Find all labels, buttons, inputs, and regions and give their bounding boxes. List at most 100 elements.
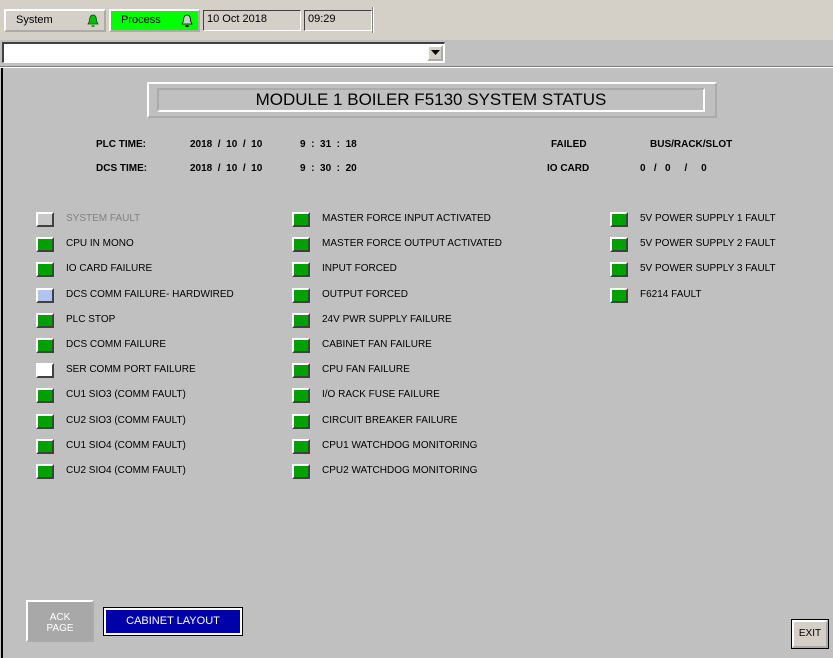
status-led[interactable] xyxy=(292,313,310,328)
indicator-label: DCS COMM FAILURE- HARDWIRED xyxy=(66,289,234,300)
indicator-row: 24V PWR SUPPLY FAILURE xyxy=(292,313,532,329)
plc-time-label: PLC TIME: xyxy=(96,139,146,150)
plc-date-value: 2018 / 10 / 10 xyxy=(190,139,263,150)
exit-button[interactable]: EXIT xyxy=(791,619,829,649)
process-button-label: Process xyxy=(121,14,161,26)
indicator-row: 5V POWER SUPPLY 3 FAULT xyxy=(610,262,833,278)
indicator-row: CIRCUIT BREAKER FAILURE xyxy=(292,414,532,430)
status-led[interactable] xyxy=(36,414,54,429)
indicator-row: CU2 SIO3 (COMM FAULT) xyxy=(36,414,276,430)
indicator-label: CPU2 WATCHDOG MONITORING xyxy=(322,465,478,476)
chevron-down-icon xyxy=(431,50,440,55)
indicator-row: CABINET FAN FAILURE xyxy=(292,338,532,354)
status-led[interactable] xyxy=(36,237,54,252)
status-led[interactable] xyxy=(36,288,54,303)
indicator-label: INPUT FORCED xyxy=(322,263,397,274)
indicator-label: CABINET FAN FAILURE xyxy=(322,339,432,350)
indicator-row: I/O RACK FUSE FAILURE xyxy=(292,388,532,404)
bell-icon xyxy=(87,14,99,27)
io-card-label: IO CARD xyxy=(547,163,590,174)
status-led[interactable] xyxy=(292,212,310,227)
cabinet-layout-button[interactable]: CABINET LAYOUT xyxy=(103,607,243,636)
system-button-label: System xyxy=(16,14,53,26)
indicator-label: CIRCUIT BREAKER FAILURE xyxy=(322,415,458,426)
ack-label: ACK xyxy=(49,612,71,623)
indicator-row: CPU IN MONO xyxy=(36,237,276,253)
status-led[interactable] xyxy=(36,313,54,328)
status-led[interactable] xyxy=(292,464,310,479)
indicator-label: I/O RACK FUSE FAILURE xyxy=(322,389,440,400)
indicator-label: OUTPUT FORCED xyxy=(322,289,408,300)
indicator-label: PLC STOP xyxy=(66,314,116,325)
toolbar-divider xyxy=(372,7,374,33)
alarm-combo-box[interactable] xyxy=(2,42,445,63)
status-led[interactable] xyxy=(36,363,54,378)
system-button[interactable]: System xyxy=(4,9,106,32)
status-led[interactable] xyxy=(36,388,54,403)
indicator-row: F6214 FAULT xyxy=(610,288,833,304)
indicator-row: DCS COMM FAILURE xyxy=(36,338,276,354)
indicator-label: 5V POWER SUPPLY 2 FAULT xyxy=(640,238,776,249)
dcs-date-value: 2018 / 10 / 10 xyxy=(190,163,263,174)
status-led[interactable] xyxy=(610,288,628,303)
bus-rack-slot-label: BUS/RACK/SLOT xyxy=(650,139,733,150)
indicator-label: DCS COMM FAILURE xyxy=(66,339,167,350)
indicator-row: CPU FAN FAILURE xyxy=(292,363,532,379)
time-display: 09:29 xyxy=(304,10,372,31)
status-led[interactable] xyxy=(36,262,54,277)
indicator-label: CU2 SIO3 (COMM FAULT) xyxy=(66,415,186,426)
title-frame: MODULE 1 BOILER F5130 SYSTEM STATUS xyxy=(147,82,717,118)
status-led[interactable] xyxy=(292,363,310,378)
indicator-label: CU2 SIO4 (COMM FAULT) xyxy=(66,465,186,476)
indicator-row: INPUT FORCED xyxy=(292,262,532,278)
process-button[interactable]: Process xyxy=(109,9,200,32)
indicator-label: CPU1 WATCHDOG MONITORING xyxy=(322,440,478,451)
page-label: PAGE xyxy=(46,623,74,634)
status-led[interactable] xyxy=(292,414,310,429)
indicator-row: CPU1 WATCHDOG MONITORING xyxy=(292,439,532,455)
indicator-row: CPU2 WATCHDOG MONITORING xyxy=(292,464,532,480)
page-title: MODULE 1 BOILER F5130 SYSTEM STATUS xyxy=(157,88,705,112)
status-led[interactable] xyxy=(292,439,310,454)
status-led[interactable] xyxy=(610,237,628,252)
status-led[interactable] xyxy=(36,464,54,479)
dcs-time-label: DCS TIME: xyxy=(96,163,148,174)
indicator-label: CPU IN MONO xyxy=(66,238,134,249)
date-display: 10 Oct 2018 xyxy=(203,10,301,31)
indicator-row: SER COMM PORT FAILURE xyxy=(36,363,276,379)
indicator-row: MASTER FORCE OUTPUT ACTIVATED xyxy=(292,237,532,253)
indicator-label: F6214 FAULT xyxy=(640,289,702,300)
indicator-row: CU2 SIO4 (COMM FAULT) xyxy=(36,464,276,480)
panel-border xyxy=(1,68,3,658)
status-led[interactable] xyxy=(292,288,310,303)
indicator-row: 5V POWER SUPPLY 2 FAULT xyxy=(610,237,833,253)
indicator-label: MASTER FORCE INPUT ACTIVATED xyxy=(322,213,491,224)
indicator-row: SYSTEM FAULT xyxy=(36,212,276,228)
status-led[interactable] xyxy=(292,388,310,403)
status-led[interactable] xyxy=(292,338,310,353)
combo-dropdown-button[interactable] xyxy=(427,45,443,61)
indicator-label: 5V POWER SUPPLY 1 FAULT xyxy=(640,213,776,224)
bus-rack-slot-value: 0 / 0 / 0 xyxy=(640,163,707,174)
top-toolbar: System Process 10 Oct 2018 09:29 xyxy=(0,0,833,40)
status-led[interactable] xyxy=(36,338,54,353)
indicator-row: PLC STOP xyxy=(36,313,276,329)
indicator-label: 24V PWR SUPPLY FAILURE xyxy=(322,314,452,325)
status-led[interactable] xyxy=(610,212,628,227)
indicator-label: CU1 SIO3 (COMM FAULT) xyxy=(66,389,186,400)
dcs-time-value: 9 : 30 : 20 xyxy=(300,163,357,174)
status-led[interactable] xyxy=(36,439,54,454)
indicator-row: IO CARD FAILURE xyxy=(36,262,276,278)
ack-page-button[interactable]: ACK PAGE xyxy=(26,600,94,642)
indicator-row: MASTER FORCE INPUT ACTIVATED xyxy=(292,212,532,228)
status-led[interactable] xyxy=(36,212,54,227)
status-led[interactable] xyxy=(292,237,310,252)
indicator-label: SYSTEM FAULT xyxy=(66,213,141,224)
indicator-label: SER COMM PORT FAILURE xyxy=(66,364,196,375)
indicator-label: IO CARD FAILURE xyxy=(66,263,153,274)
indicator-row: DCS COMM FAILURE- HARDWIRED xyxy=(36,288,276,304)
status-led[interactable] xyxy=(292,262,310,277)
indicator-row: CU1 SIO4 (COMM FAULT) xyxy=(36,439,276,455)
failed-label: FAILED xyxy=(551,139,587,150)
status-led[interactable] xyxy=(610,262,628,277)
